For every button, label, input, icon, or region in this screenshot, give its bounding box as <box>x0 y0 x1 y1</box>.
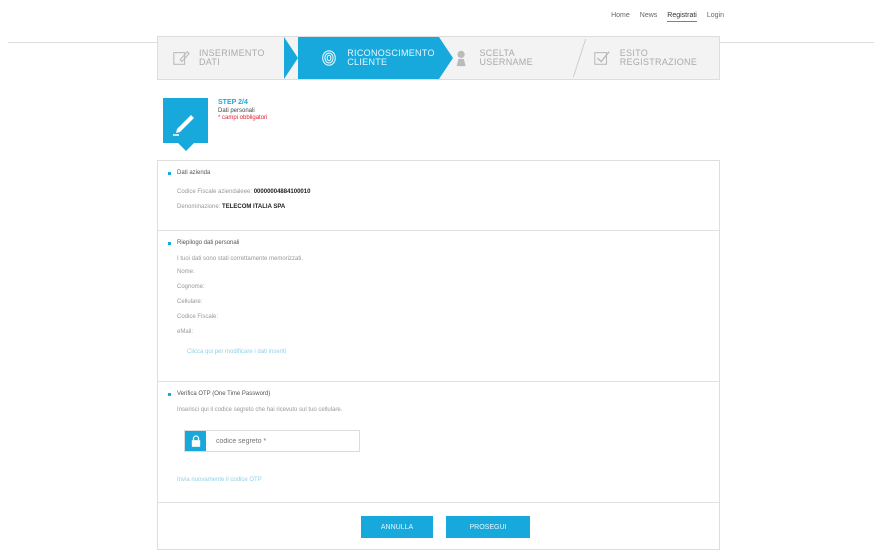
step-inserimento-dati: INSERIMENTO DATI <box>158 37 299 79</box>
section-divider <box>158 502 719 503</box>
step-label-line2: USERNAME <box>479 57 533 67</box>
step-info: STEP 2/4 Dati personali * campi obbligat… <box>218 99 267 121</box>
edit-data-link[interactable]: Clicca qui per modificare i dati inserit… <box>187 349 709 355</box>
step-badge <box>163 98 208 151</box>
nav-login[interactable]: Login <box>707 12 724 22</box>
pencil-icon <box>173 115 194 136</box>
check-box-icon <box>594 51 610 65</box>
otp-code-input[interactable] <box>206 431 358 451</box>
step-subtitle: Dati personali <box>218 108 255 114</box>
otp-section: Verifica OTP (One Time Password) Inseris… <box>168 391 709 413</box>
field-cellulare: Cellulare: <box>177 299 203 305</box>
top-navigation: Home News Registrati Login <box>611 12 724 22</box>
company-name-value: TELECOM ITALIA SPA <box>222 204 286 210</box>
fiscal-code-value: 00000004884100010 <box>253 189 311 195</box>
step-label-line2: DATI <box>199 57 221 67</box>
step-label-line2: CLIENTE <box>347 57 388 67</box>
fiscal-code-row: Codice Fiscale aziendaleee: 000000048841… <box>177 189 709 195</box>
section-divider <box>158 381 719 382</box>
field-email: eMail: <box>177 329 194 335</box>
company-section: Dati azienda Codice Fiscale aziendaleee:… <box>168 170 709 210</box>
personal-summary-section: Riepilogo dati personali I tuoi dati son… <box>168 240 709 355</box>
step-title: STEP 2/4 <box>218 99 248 106</box>
step-scelta-username: SCELTA USERNAME <box>439 37 579 79</box>
section-title: Dati azienda <box>168 170 709 176</box>
field-codice-fiscale: Codice Fiscale: <box>177 314 219 320</box>
nav-news[interactable]: News <box>640 12 658 22</box>
step-label-line2: REGISTRAZIONE <box>619 57 698 67</box>
step-esito-registrazione: ESITO REGISTRAZIONE <box>579 37 719 79</box>
step-riconoscimento-cliente: RICONOSCIMENTO CLIENTE <box>298 37 453 79</box>
proceed-button[interactable]: PROSEGUI <box>446 516 530 538</box>
otp-field <box>184 430 360 452</box>
section-title: Verifica OTP (One Time Password) <box>168 391 709 397</box>
form-card: Dati azienda Codice Fiscale aziendaleee:… <box>157 160 720 550</box>
fiscal-code-label: Codice Fiscale aziendaleee: <box>177 189 253 195</box>
fingerprint-icon <box>322 50 337 66</box>
nav-home[interactable]: Home <box>611 12 630 22</box>
company-name-label: Denominazione: <box>177 204 221 210</box>
registration-stepper: INSERIMENTO DATI RICONOSCIMENTO CLIENTE … <box>157 36 720 80</box>
company-name-row: Denominazione: TELECOM ITALIA SPA <box>177 204 709 210</box>
field-nome: Nome: <box>177 269 195 275</box>
section-divider <box>158 230 719 231</box>
resend-otp-link[interactable]: Invia nuovamente il codice OTP <box>177 477 262 483</box>
personal-intro: I tuoi dati sono stati correttamente mem… <box>177 256 304 262</box>
section-title: Riepilogo dati personali <box>168 240 709 246</box>
cancel-button[interactable]: ANNULLA <box>361 516 433 538</box>
required-note: * campi obbligatori <box>218 115 268 121</box>
user-key-icon <box>456 50 466 67</box>
edit-form-icon <box>173 50 190 65</box>
otp-intro: Inserisci qui il codice segreto che hai … <box>177 407 343 413</box>
lock-icon <box>185 431 206 451</box>
field-cognome: Cognome: <box>177 284 205 290</box>
nav-register[interactable]: Registrati <box>667 12 697 22</box>
